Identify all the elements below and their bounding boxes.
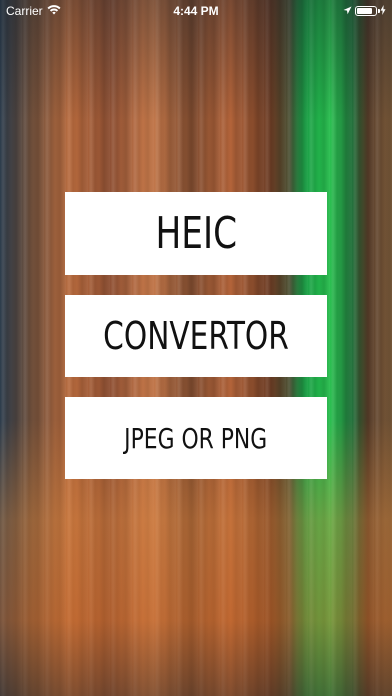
convertor-title: CONVERTOR [103,314,289,358]
battery-icon [355,6,380,16]
convertor-title-card: CONVERTOR [65,295,327,377]
app-screen: Carrier 4:44 PM HEIC CONVERTOR JPEG OR P… [0,0,392,696]
battery-level-fill [357,8,373,14]
charging-bolt-icon [380,4,386,18]
heic-title: HEIC [155,208,237,259]
status-time: 4:44 PM [173,4,219,18]
status-bar: Carrier 4:44 PM [0,0,392,22]
format-subtitle-card: JPEG OR PNG [65,397,327,479]
status-right [343,4,386,18]
format-subtitle: JPEG OR PNG [124,421,268,455]
heic-title-card: HEIC [65,192,327,275]
location-arrow-icon [343,4,352,18]
